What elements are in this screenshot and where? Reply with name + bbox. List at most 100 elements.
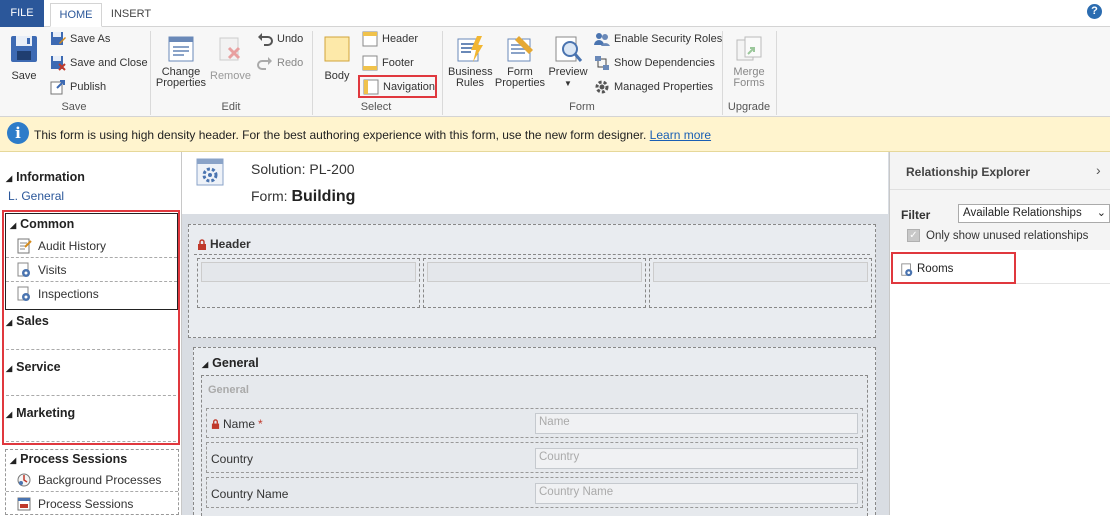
header-cell[interactable] (423, 258, 646, 308)
publish-button[interactable]: Publish (50, 79, 106, 95)
save-and-close-button[interactable]: Save and Close (50, 55, 148, 71)
tab-home[interactable]: HOME (50, 3, 102, 27)
dependencies-icon (595, 56, 609, 70)
redo-button[interactable]: Redo (257, 55, 303, 71)
general-tab[interactable]: ◢ General General Name * Name Country Coun… (193, 347, 876, 516)
business-rules-button[interactable]: Business Rules (448, 34, 493, 89)
remove-button[interactable]: Remove (210, 34, 251, 82)
entity-gear-icon (901, 263, 913, 277)
header-cell[interactable] (649, 258, 872, 308)
process-session-icon (17, 497, 31, 511)
save-as-button[interactable]: Save As (50, 31, 110, 47)
tab-insert[interactable]: INSERT (106, 3, 156, 27)
header-field-slot (201, 262, 416, 282)
floppy-disk-icon (11, 36, 37, 62)
name-input[interactable]: Name (535, 413, 858, 434)
nav-item-background-processes[interactable]: Background Processes (6, 468, 178, 492)
header-divider (194, 254, 870, 255)
help-icon[interactable]: ? (1087, 4, 1102, 19)
nav-group-service[interactable]: ◢ Service (6, 360, 61, 374)
name-field-label: Name (223, 417, 256, 431)
nav-item-audit-history[interactable]: Audit History (6, 234, 177, 258)
filter-label: Filter (901, 208, 931, 222)
nav-item-inspections[interactable]: Inspections (6, 282, 177, 306)
form-label: Form: (251, 188, 288, 204)
banner-message-line: This form is using high density header. … (34, 128, 711, 142)
solution-line: Solution: PL-200 (251, 161, 355, 177)
undo-button[interactable]: Undo (257, 31, 303, 47)
save-and-close-icon (51, 56, 66, 71)
entity-icon (196, 158, 224, 186)
remove-icon (219, 37, 241, 61)
enable-security-roles-button[interactable]: Enable Security Roles (594, 31, 722, 47)
nav-group-process-label: Process Sessions (20, 452, 128, 466)
nav-item-background-processes-label: Background Processes (38, 472, 162, 487)
nav-group-information[interactable]: ◢ Information (6, 170, 85, 184)
solution-value: PL-200 (309, 161, 355, 177)
edit-group-label: Edit (221, 101, 241, 113)
nav-item-general[interactable]: L. General (8, 189, 64, 203)
header-button[interactable]: Header (362, 31, 418, 47)
relationship-item-rooms[interactable]: Rooms (891, 252, 1016, 284)
body-icon (324, 36, 350, 62)
change-properties-button[interactable]: Change Properties (155, 34, 207, 89)
save-label: Save (11, 70, 37, 82)
filter-select-value: Available Relationships (963, 207, 1082, 219)
body-button[interactable]: Body (320, 34, 354, 82)
filter-select[interactable]: Available Relationships ⌄ (958, 204, 1110, 223)
nav-group-common-header: ◢ Common (10, 217, 75, 231)
nav-group-process-sessions[interactable]: ◢ Process Sessions Background Processes P… (5, 449, 179, 515)
entity-gear-icon (17, 262, 30, 277)
info-icon: i (7, 122, 29, 144)
audit-history-icon (17, 238, 32, 253)
select-group-label: Select (360, 101, 392, 113)
info-banner: i This form is using high density header… (0, 117, 1110, 152)
general-tab-label: General (212, 356, 259, 370)
save-button[interactable]: Save (6, 34, 42, 82)
preview-dropdown-arrow: ▼ (564, 79, 572, 88)
lock-icon (211, 419, 220, 429)
header-section-label: Header (210, 237, 251, 251)
country-input[interactable]: Country (535, 448, 858, 469)
merge-forms-button[interactable]: Merge Forms (728, 34, 770, 89)
learn-more-link[interactable]: Learn more (650, 128, 711, 142)
relationship-explorer-header: Relationship Explorer › (890, 152, 1110, 190)
form-group-label: Form (569, 101, 595, 113)
header-cell[interactable] (197, 258, 420, 308)
properties-icon (168, 36, 194, 62)
country-name-input[interactable]: Country Name (535, 483, 858, 504)
remove-label: Remove (210, 70, 251, 82)
ribbon-separator (776, 31, 777, 115)
preview-button[interactable]: Preview ▼ (548, 34, 588, 89)
business-rules-label-line2: Rules (455, 77, 485, 89)
field-row-name[interactable]: Name * Name (206, 408, 863, 438)
general-section[interactable]: General Name * Name Country Country Count… (201, 375, 868, 516)
nav-group-service-dropzone (6, 376, 176, 396)
nav-item-visits[interactable]: Visits (6, 258, 177, 282)
undo-icon (258, 33, 273, 46)
preview-label: Preview (548, 66, 588, 78)
managed-properties-button[interactable]: Managed Properties (594, 79, 713, 95)
form-properties-button[interactable]: Form Properties (494, 34, 546, 89)
header-field-slot (653, 262, 868, 282)
navigation-button[interactable]: Navigation (358, 75, 437, 98)
header-section[interactable]: Header (188, 224, 876, 338)
form-name: Building (291, 188, 356, 205)
nav-group-sales-label: Sales (16, 314, 49, 328)
nav-item-process-sessions[interactable]: Process Sessions (6, 492, 178, 516)
nav-item-visits-label: Visits (38, 262, 67, 277)
nav-item-process-sessions-label: Process Sessions (38, 497, 134, 511)
show-dependencies-button[interactable]: Show Dependencies (594, 55, 715, 71)
form-properties-icon (507, 36, 533, 62)
name-label-wrap: Name * (211, 417, 263, 431)
nav-group-common[interactable]: ◢ Common Audit History Visits Inspections (5, 213, 178, 310)
footer-button[interactable]: Footer (362, 55, 414, 71)
field-row-country[interactable]: Country Country (206, 442, 863, 473)
nav-group-sales[interactable]: ◢ Sales (6, 314, 49, 328)
form-title-area: Solution: PL-200 Form: Building (182, 152, 888, 214)
only-unused-checkbox[interactable]: ✓ (907, 229, 920, 242)
nav-group-marketing[interactable]: ◢ Marketing (6, 406, 75, 420)
field-row-country-name[interactable]: Country Name Country Name (206, 477, 863, 508)
collapse-chevron-icon[interactable]: › (1096, 162, 1101, 178)
tab-file[interactable]: FILE (0, 0, 44, 27)
